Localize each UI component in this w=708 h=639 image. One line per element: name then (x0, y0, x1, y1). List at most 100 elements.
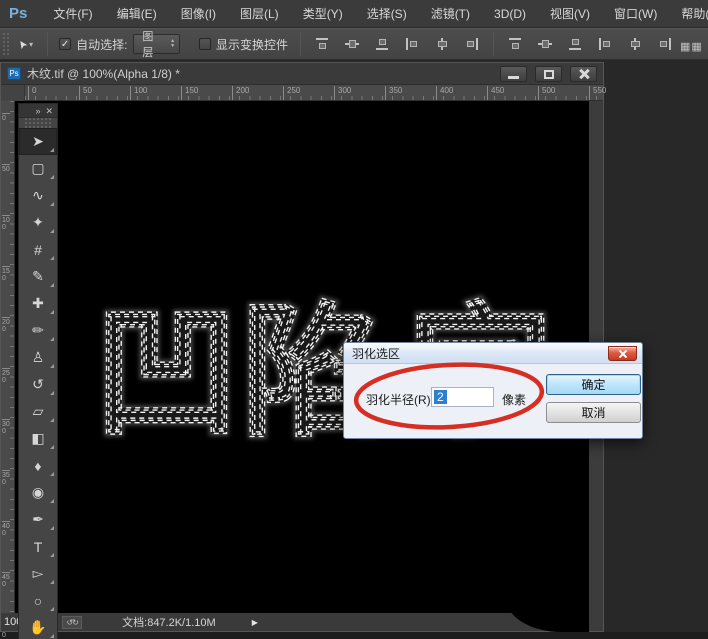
feather-radius-input[interactable]: 2 (431, 387, 494, 407)
ruler-tick-label: 500 (538, 86, 555, 100)
ruler-tick-label: 200 (232, 86, 249, 100)
gradient-tool[interactable]: ◧ (19, 425, 57, 452)
dialog-titlebar[interactable]: 羽化选区 (344, 343, 642, 364)
ruler-tick-label: 350 (2, 470, 10, 486)
menu-type[interactable]: 类型(Y) (291, 0, 355, 28)
tool-options-bar: ➤ ▾ ✓ 自动选择: 图层 ▲▼ 显示变换控件 (0, 28, 708, 60)
align-bottom-edges-icon[interactable] (374, 37, 390, 51)
align-left-edges-icon[interactable] (404, 37, 420, 51)
ruler-tick-label: 550 (589, 86, 606, 100)
distribute-left-edges-icon[interactable] (597, 37, 613, 51)
tool-icon: ✎ (32, 268, 44, 285)
dialog-close-button[interactable] (608, 346, 637, 361)
move-tool[interactable]: ➤ (19, 128, 57, 155)
collapse-panel-icon[interactable]: » (35, 106, 40, 116)
menu-3d[interactable]: 3D(D) (482, 0, 538, 28)
ruler-corner (1, 85, 25, 101)
distribute-bottom-edges-icon[interactable] (567, 37, 583, 51)
path-selection-tool[interactable]: ▻ (19, 560, 57, 587)
document-tab-icon: Ps (7, 67, 21, 80)
ruler-tick-label: 100 (2, 215, 10, 231)
lasso-tool[interactable]: ∿ (19, 182, 57, 209)
ruler-tick-label: 50 (79, 86, 92, 100)
tool-icon: ♙ (32, 349, 45, 366)
menu-layer[interactable]: 图层(L) (228, 0, 291, 28)
eraser-tool[interactable]: ▱ (19, 398, 57, 425)
hand-tool[interactable]: ✋ (19, 614, 57, 639)
tool-icon: ▱ (33, 403, 44, 420)
dialog-title: 羽化选区 (352, 345, 400, 362)
align-vertical-centers-icon[interactable] (344, 37, 360, 51)
ruler-tick-label: 0 (2, 113, 10, 122)
unit-label: 像素 (502, 391, 526, 408)
ruler-tick-label: 0 (28, 86, 36, 100)
maximize-icon (544, 70, 554, 79)
dodge-tool[interactable]: ◉ (19, 479, 57, 506)
ok-button[interactable]: 确定 (546, 374, 641, 395)
show-transform-checkbox[interactable] (199, 38, 211, 50)
close-icon (619, 350, 627, 358)
close-button[interactable] (570, 66, 597, 82)
panel-grip[interactable] (25, 118, 51, 128)
tool-icon: ✏ (32, 322, 44, 339)
menu-edit[interactable]: 编辑(E) (105, 0, 169, 28)
maximize-button[interactable] (535, 66, 562, 82)
ruler-tick-label: 300 (334, 86, 351, 100)
tool-icon: ○ (34, 593, 42, 609)
minimize-button[interactable] (500, 66, 527, 82)
eyedropper-tool[interactable]: ✎ (19, 263, 57, 290)
tool-icon: ▢ (31, 160, 44, 177)
vertical-ruler: 050100150200250300350400450500 (1, 101, 15, 613)
updown-arrows-icon: ▲▼ (170, 39, 175, 49)
distribute-vertical-centers-icon[interactable] (537, 37, 553, 51)
brush-tool[interactable]: ✏ (19, 317, 57, 344)
tools-panel: » ✕ ➤ ▢ ∿✦ # ✎ ✚ ✏ ♙ ↺ ▱ ◧ ♦ ◉ ✒T▻ ○ ✋ (18, 103, 58, 639)
clone-stamp-tool[interactable]: ♙ (19, 344, 57, 371)
align-right-edges-icon[interactable] (464, 37, 480, 51)
move-tool-icon: ➤ (15, 36, 31, 51)
close-panel-icon[interactable]: ✕ (45, 106, 53, 116)
quick-selection-tool[interactable]: ✦ (19, 209, 57, 236)
pen-tool[interactable]: ✒ (19, 506, 57, 533)
align-top-edges-icon[interactable] (314, 37, 330, 51)
cancel-button[interactable]: 取消 (546, 402, 641, 423)
menu-select[interactable]: 选择(S) (355, 0, 419, 28)
tool-icon: # (34, 242, 42, 258)
menu-window[interactable]: 窗口(W) (602, 0, 669, 28)
status-expand-arrow-icon[interactable]: ▶ (252, 618, 258, 627)
canvas-char-selection: 凹 (94, 292, 239, 454)
tool-icon: ◉ (32, 484, 44, 501)
distribute-right-edges-icon[interactable] (657, 37, 673, 51)
show-transform-label: 显示变换控件 (216, 36, 288, 53)
ellipse-tool[interactable]: ○ (19, 587, 57, 614)
type-tool[interactable]: T (19, 533, 57, 560)
menu-image[interactable]: 图像(I) (169, 0, 228, 28)
menu-file[interactable]: 文件(F) (41, 0, 104, 28)
auto-select-target-dropdown[interactable]: 图层 ▲▼ (133, 34, 180, 54)
auto-align-layers-icon[interactable] (680, 37, 696, 51)
divider (493, 32, 494, 56)
history-brush-tool[interactable]: ↺ (19, 371, 57, 398)
menu-help[interactable]: 帮助(H) (669, 0, 708, 28)
close-icon (578, 68, 590, 80)
tool-icon: ♦ (34, 458, 41, 474)
document-titlebar[interactable]: Ps 木纹.tif @ 100%(Alpha 1/8) * (1, 63, 603, 85)
tool-icon: ↺ (32, 376, 44, 393)
ruler-tick-label: 250 (2, 368, 10, 384)
horizontal-ruler: 050100150200250300350400450500550 (1, 85, 603, 101)
feather-selection-dialog: 羽化选区 羽化半径(R): 2 像素 确定 取消 (343, 342, 643, 439)
crop-tool[interactable]: # (19, 236, 57, 263)
auto-select-checkbox[interactable]: ✓ (59, 38, 71, 50)
ruler-tick-label: 150 (2, 266, 10, 282)
distribute-horizontal-centers-icon[interactable] (627, 37, 643, 51)
distribute-top-edges-icon[interactable] (507, 37, 523, 51)
app-bottom-edge (0, 632, 708, 639)
input-selected-value: 2 (434, 390, 447, 404)
minimize-icon (508, 76, 519, 79)
healing-brush-tool[interactable]: ✚ (19, 290, 57, 317)
menu-view[interactable]: 视图(V) (538, 0, 602, 28)
align-horizontal-centers-icon[interactable] (434, 37, 450, 51)
rect-marquee-tool[interactable]: ▢ (19, 155, 57, 182)
menu-filter[interactable]: 滤镜(T) (419, 0, 482, 28)
blur-tool[interactable]: ♦ (19, 452, 57, 479)
